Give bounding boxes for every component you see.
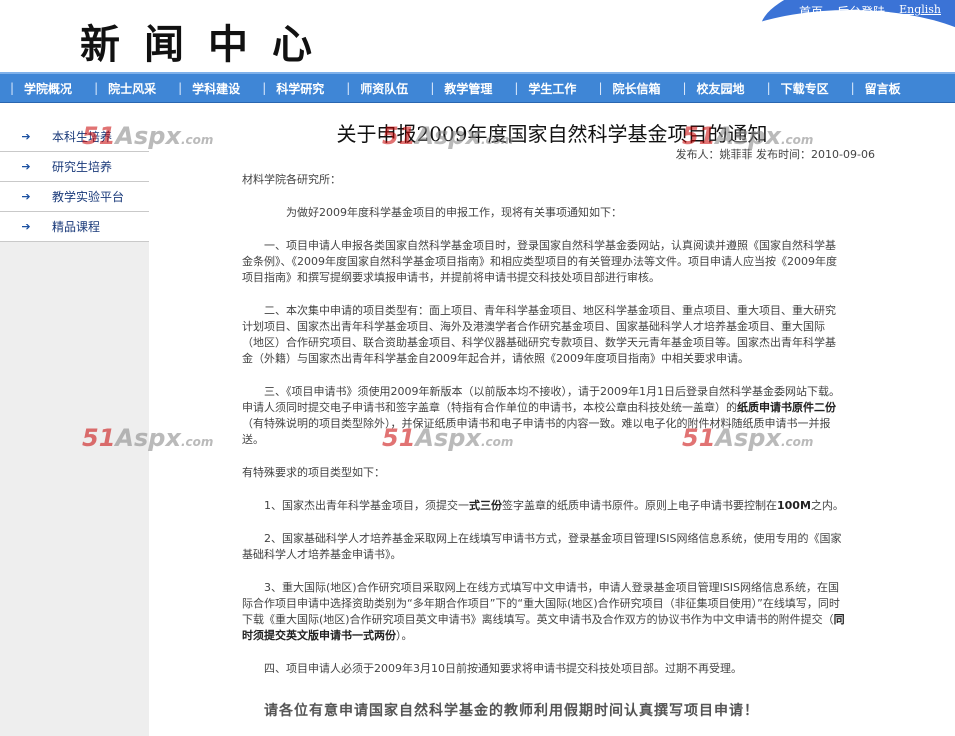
sidebar-item-label: 精品课程 [52, 220, 101, 234]
arrow-right-icon: ➔ [21, 220, 31, 233]
arrow-right-icon: ➔ [21, 190, 31, 203]
nav-item-label: 校友园地 [696, 81, 745, 96]
nav-item[interactable]: | 留言板 [841, 80, 913, 97]
nav-item[interactable]: | 学生工作 [504, 80, 588, 97]
nav-item-label: 科学研究 [276, 81, 325, 96]
text-span: 3、重大国际(地区)合作研究项目采取网上在线方式填写中文申请书，申请人登录基金项… [242, 581, 840, 626]
article-body: 材料学院各研究所： 为做好2009年度科学基金项目的申报工作，现将有关事项通知如… [242, 172, 846, 694]
sidebar-item-courses[interactable]: ➔ 精品课程 [0, 212, 149, 242]
article-meta: 发布人：姚菲菲 发布时间：2010-09-06 [675, 148, 875, 161]
intro-paragraph: 为做好2009年度科学基金项目的申报工作，现将有关事项通知如下： [286, 206, 622, 219]
nav-item-label: 学生工作 [528, 81, 577, 96]
salutation: 材料学院各研究所： [242, 173, 341, 186]
nav-item-label: 院长信箱 [612, 81, 661, 96]
text-span: （有特殊说明的项目类型除外），并保证纸质申请书和电子申请书的内容一致。难以电子化… [242, 417, 831, 446]
closing-note: 请各位有意申请国家自然科学基金的教师利用假期时间认真撰写项目申请！ [264, 703, 759, 719]
paragraph-3: 三、《项目申请书》须使用2009年新版本（以前版本均不接收），请于2009年1月… [242, 384, 846, 448]
bold-text: 式三份 [469, 499, 502, 512]
english-link[interactable]: English [899, 3, 941, 20]
site-header: 新闻中心 首页 后台登陆 English [0, 0, 955, 72]
arrow-right-icon: ➔ [21, 160, 31, 173]
sidebar-item-lab-platform[interactable]: ➔ 教学实验平台 [0, 182, 149, 212]
paragraph-1: 一、项目申请人申报各类国家自然科学基金项目时，登录国家自然科学基金委网站，认真阅… [242, 239, 837, 284]
nav-item[interactable]: | 学科建设 [168, 80, 252, 97]
bold-text: 纸质申请书原件二份 [737, 401, 836, 414]
paragraph-4: 四、项目申请人必须于2009年3月10日前按通知要求将申请书提交科技处项目部。过… [264, 662, 742, 675]
paragraph-2: 二、本次集中申请的项目类型有：面上项目、青年科学基金项目、地区科学基金项目、重点… [242, 304, 836, 365]
arrow-right-icon: ➔ [21, 130, 31, 143]
sidebar-item-label: 本科生培养 [52, 130, 113, 144]
main-nav: | 学院概况 | 院士风采 | 学科建设 | 科学研究 | 师资队伍 | 教学管理 | 学生工… [0, 72, 955, 103]
text-span: 1、国家杰出青年科学基金项目，须提交一 [264, 499, 469, 512]
home-link[interactable]: 首页 [799, 3, 823, 20]
nav-item[interactable]: | 学院概况 [0, 80, 84, 97]
nav-item-label: 下载专区 [780, 81, 829, 96]
nav-item[interactable]: | 师资队伍 [336, 80, 420, 97]
sidebar-item-label: 教学实验平台 [52, 190, 125, 204]
nav-item-label: 学科建设 [192, 81, 241, 96]
nav-item[interactable]: | 下载专区 [757, 80, 841, 97]
nav-item[interactable]: | 教学管理 [420, 80, 504, 97]
sidebar-item-graduate[interactable]: ➔ 研究生培养 [0, 152, 149, 182]
nav-item-label: 教学管理 [444, 81, 493, 96]
special-heading: 有特殊要求的项目类型如下： [242, 466, 385, 479]
nav-item[interactable]: | 院长信箱 [588, 80, 672, 97]
text-span: ）。 [396, 629, 413, 642]
admin-login-link[interactable]: 后台登陆 [837, 3, 885, 20]
site-title: 新闻中心 [80, 21, 336, 68]
main-content: 关于申报2009年度国家自然科学基金项目的通知 发布人：姚菲菲 发布时间：201… [149, 104, 955, 736]
nav-item[interactable]: | 校友园地 [673, 80, 757, 97]
nav-item[interactable]: | 院士风采 [84, 80, 168, 97]
special-item-1: 1、国家杰出青年科学基金项目，须提交一式三份签字盖章的纸质申请书原件。原则上电子… [242, 498, 846, 514]
top-links: 首页 后台登陆 English [799, 3, 941, 20]
bold-text: 100M [777, 499, 811, 512]
special-item-2: 2、国家基础科学人才培养基金采取网上在线填写申请书方式，登录基金项目管理ISIS… [242, 532, 842, 561]
sidebar-spacer [0, 104, 149, 122]
sidebar-item-undergraduate[interactable]: ➔ 本科生培养 [0, 122, 149, 152]
nav-item-label: 师资队伍 [360, 81, 409, 96]
sidebar-item-label: 研究生培养 [52, 160, 113, 174]
nav-item[interactable]: | 科学研究 [252, 80, 336, 97]
article-title: 关于申报2009年度国家自然科学基金项目的通知 [336, 122, 768, 146]
nav-item-label: 院士风采 [108, 81, 157, 96]
special-item-3: 3、重大国际(地区)合作研究项目采取网上在线方式填写中文申请书，申请人登录基金项… [242, 580, 846, 644]
sidebar: ➔ 本科生培养 ➔ 研究生培养 ➔ 教学实验平台 ➔ 精品课程 [0, 104, 149, 736]
text-span: 签字盖章的纸质申请书原件。原则上电子申请书要控制在 [502, 499, 777, 512]
nav-item-label: 留言板 [864, 81, 901, 96]
text-span: 之内。 [810, 499, 844, 512]
nav-item-label: 学院概况 [24, 81, 73, 96]
